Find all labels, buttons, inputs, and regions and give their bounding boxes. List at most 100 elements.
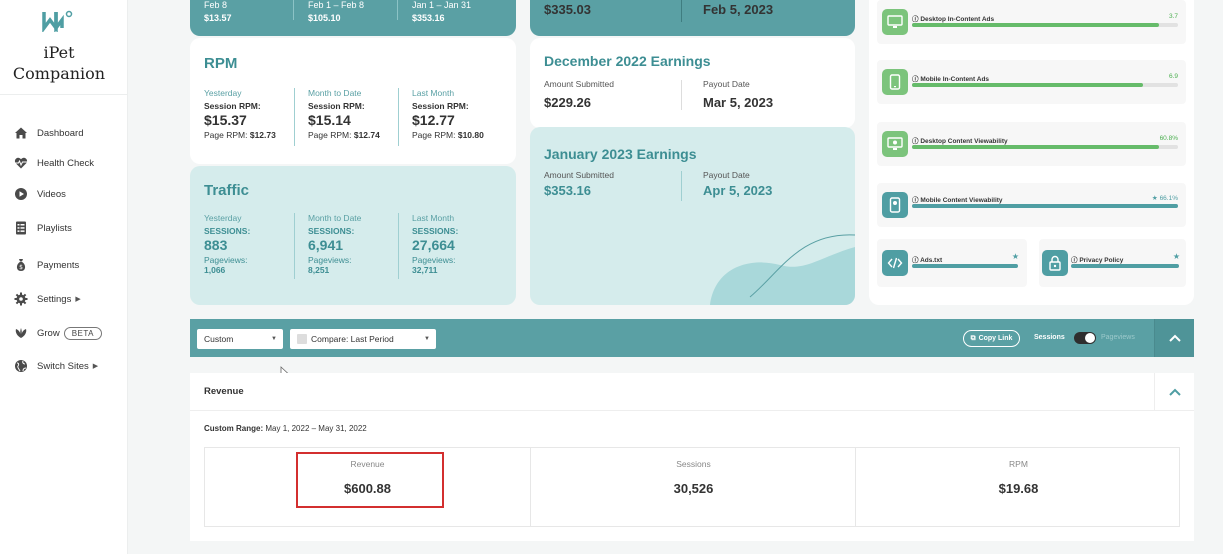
progress-bar [1071, 264, 1179, 268]
sub-metric: Page RPM: $10.80 [412, 130, 484, 140]
metric-name: ⓘ Ads.txt [912, 257, 943, 264]
health-row-mobile-in-content[interactable]: ⓘ Mobile In-Content Ads 6.9 [877, 60, 1186, 104]
revenue-collapse-button[interactable] [1154, 373, 1194, 411]
date-col: Payout Date Apr 5, 2023 [703, 170, 772, 198]
sub-label: Page RPM: [412, 130, 456, 140]
strip-range: Feb 1 – Feb 8 [308, 0, 365, 10]
metric-value: 3.7 [1168, 13, 1178, 20]
sidebar-item-label: Grow [37, 327, 60, 339]
toggle-label-pageviews: Pageviews [1101, 334, 1135, 341]
button-label: Copy Link [978, 335, 1013, 342]
sidebar-item-playlists[interactable]: Playlists [14, 218, 72, 238]
stat-value: 30,526 [673, 481, 714, 496]
progress-bar [912, 264, 1018, 268]
metric-label: Session RPM: [412, 101, 469, 111]
sidebar-item-label: Dashboard [37, 127, 84, 139]
custom-range: Custom Range: May 1, 2022 – May 31, 2022 [204, 424, 367, 433]
chevron-up-icon [1168, 334, 1181, 342]
sidebar-item-dashboard[interactable]: Dashboard [14, 123, 83, 143]
sub-label: Page RPM: [204, 130, 248, 140]
metric-label: Mobile In-Content Ads [920, 76, 990, 83]
sidebar-item-label: Settings [37, 293, 72, 305]
health-row-desktop-viewability[interactable]: ⓘ Desktop Content Viewability 60.8% [877, 122, 1186, 166]
traffic-col-yesterday: Yesterday SESSIONS: 883 Pageviews: 1,066 [204, 213, 250, 275]
metric-name: ⓘ Desktop In-Content Ads [912, 16, 995, 23]
divider [681, 171, 682, 201]
divider [294, 88, 295, 146]
strip-value: $13.57 [204, 13, 232, 23]
divider [294, 213, 295, 279]
date-label: Payout Date [703, 79, 750, 89]
chevron-down-icon: ▼ [424, 336, 430, 342]
sidebar: iPet Companion Dashboard Health Check Vi… [0, 0, 128, 554]
rpm-card: RPM Yesterday Session RPM: $15.37 Page R… [190, 38, 516, 164]
metric-value: 6,941 [308, 237, 344, 253]
sub-label: Pageviews: [412, 255, 456, 265]
metric-value: $15.37 [204, 112, 247, 128]
desktop-eye-icon [882, 131, 908, 157]
sessions-pageviews-toggle[interactable] [1074, 332, 1096, 344]
date-label: Payout Date [703, 170, 750, 180]
divider [681, 80, 682, 110]
period-label: Yesterday [204, 213, 242, 223]
health-row-mobile-viewability[interactable]: ⓘ Mobile Content Viewability ★ 66.1% [877, 183, 1186, 227]
checkbox-icon[interactable] [297, 334, 307, 344]
amount-col: Amount Submitted $229.26 [544, 79, 614, 110]
money-bag-icon: $ [16, 259, 26, 271]
period-label: Yesterday [204, 88, 242, 98]
caret-right-icon: ▶ [92, 363, 99, 370]
health-row-ads-txt[interactable]: ⓘ Ads.txt ★ [877, 239, 1027, 287]
sidebar-item-switch-sites[interactable]: Switch Sites ▶ [14, 356, 98, 376]
health-row-privacy-policy[interactable]: ⓘ Privacy Policy ★ [1039, 239, 1186, 287]
sidebar-item-videos[interactable]: Videos [14, 184, 66, 204]
chevron-up-icon [1168, 388, 1181, 396]
traffic-col-last-month: Last Month SESSIONS: 27,664 Pageviews: 3… [412, 213, 458, 275]
toggle-label-sessions: Sessions [1034, 334, 1065, 341]
divider [397, 0, 398, 20]
card-title: January 2023 Earnings [544, 146, 697, 162]
health-row-desktop-in-content[interactable]: ⓘ Desktop In-Content Ads 3.7 [877, 0, 1186, 44]
progress-fill [912, 23, 1160, 27]
metric-label: Mobile Content Viewability [920, 197, 1003, 204]
filter-collapse-button[interactable] [1154, 319, 1194, 357]
divider [398, 88, 399, 146]
wave-decoration [710, 234, 855, 305]
sidebar-item-label: Payments [37, 259, 80, 271]
metric-label: Session RPM: [308, 101, 365, 111]
stat-rpm: RPM $19.68 [856, 448, 1181, 526]
sidebar-item-payments[interactable]: $ Payments [14, 255, 79, 275]
rpm-col-yesterday: Yesterday Session RPM: $15.37 Page RPM: … [204, 88, 276, 140]
card-title: RPM [204, 55, 238, 72]
divider [398, 213, 399, 279]
compare-select[interactable]: Compare: Last Period ▼ [290, 329, 436, 349]
brand-name: iPet Companion [0, 42, 118, 84]
strip-value: $105.10 [308, 13, 341, 23]
range-value: May 1, 2022 – May 31, 2022 [265, 424, 367, 433]
strip-col-1: Feb 8 $13.57 [204, 0, 232, 23]
metric-label: Desktop In-Content Ads [920, 16, 995, 23]
metric-value: 60.8% [1159, 135, 1178, 142]
sub-label: Pageviews: [308, 255, 352, 265]
metric-label: Privacy Policy [1079, 257, 1124, 264]
earnings-card-december: December 2022 Earnings Amount Submitted … [530, 38, 855, 128]
metric-label: SESSIONS: [204, 226, 251, 236]
lock-icon [1042, 250, 1068, 276]
sidebar-item-label: Videos [37, 188, 66, 200]
period-label: Month to Date [308, 213, 362, 223]
date-range-select[interactable]: Custom ▼ [197, 329, 283, 349]
leaf-icon [15, 328, 27, 338]
progress-fill [912, 145, 1160, 149]
sidebar-item-grow[interactable]: Grow BETA [14, 323, 103, 343]
stat-sessions: Sessions 30,526 [531, 448, 856, 526]
sidebar-item-settings[interactable]: Settings ▶ [14, 289, 81, 309]
metric-name: ⓘ Mobile In-Content Ads [912, 76, 990, 83]
period-label: Last Month [412, 88, 455, 98]
rpm-col-mtd: Month to Date Session RPM: $15.14 Page R… [308, 88, 380, 140]
svg-text:$: $ [19, 264, 23, 271]
sidebar-item-health-check[interactable]: Health Check [14, 153, 94, 173]
sidebar-item-label: Health Check [37, 157, 95, 169]
sub-value: 1,066 [204, 265, 226, 275]
copy-link-button[interactable]: ⧉ Copy Link [963, 330, 1020, 347]
stat-label: RPM [1009, 459, 1028, 469]
star-icon: ★ [1011, 252, 1019, 261]
